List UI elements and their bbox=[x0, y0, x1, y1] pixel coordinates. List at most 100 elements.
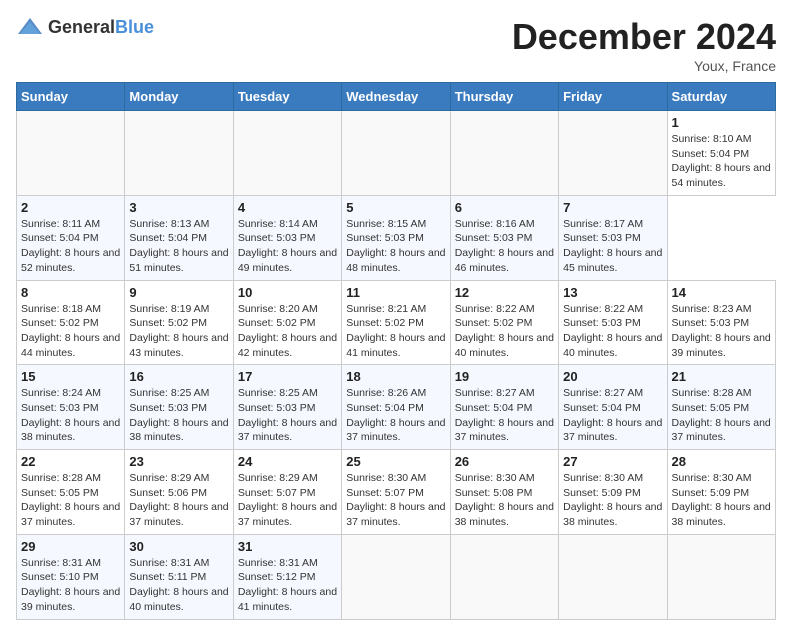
calendar-day-cell: 14 Sunrise: 8:23 AMSunset: 5:03 PMDayligh… bbox=[667, 280, 775, 365]
day-number: 23 bbox=[129, 454, 228, 469]
calendar-day-cell: 15Sunrise: 8:24 AMSunset: 5:03 PMDayligh… bbox=[17, 365, 125, 450]
calendar-day-cell: 7 Sunrise: 8:17 AMSunset: 5:03 PMDaylight… bbox=[559, 195, 667, 280]
day-info: Sunrise: 8:10 AMSunset: 5:04 PMDaylight:… bbox=[672, 132, 771, 191]
day-info: Sunrise: 8:17 AMSunset: 5:03 PMDaylight:… bbox=[563, 217, 662, 276]
col-tuesday: Tuesday bbox=[233, 83, 341, 111]
calendar-day-cell: 3Sunrise: 8:13 AMSunset: 5:04 PMDaylight… bbox=[125, 195, 233, 280]
day-info: Sunrise: 8:24 AMSunset: 5:03 PMDaylight:… bbox=[21, 386, 120, 445]
calendar-day-cell: 23 Sunrise: 8:29 AMSunset: 5:06 PMDayligh… bbox=[125, 450, 233, 535]
logo: GeneralBlue bbox=[16, 16, 154, 38]
day-number: 4 bbox=[238, 200, 337, 215]
calendar-day-cell: 24 Sunrise: 8:29 AMSunset: 5:07 PMDayligh… bbox=[233, 450, 341, 535]
day-number: 19 bbox=[455, 369, 554, 384]
page-header: GeneralBlue December 2024 Youx, France bbox=[16, 16, 776, 74]
day-number: 18 bbox=[346, 369, 445, 384]
calendar-day-cell bbox=[17, 111, 125, 196]
calendar-day-cell bbox=[342, 111, 450, 196]
day-info: Sunrise: 8:22 AMSunset: 5:03 PMDaylight:… bbox=[563, 302, 662, 361]
day-number: 2 bbox=[21, 200, 120, 215]
day-number: 6 bbox=[455, 200, 554, 215]
day-number: 25 bbox=[346, 454, 445, 469]
day-number: 5 bbox=[346, 200, 445, 215]
calendar-day-cell: 19 Sunrise: 8:27 AMSunset: 5:04 PMDayligh… bbox=[450, 365, 558, 450]
day-info: Sunrise: 8:29 AMSunset: 5:07 PMDaylight:… bbox=[238, 471, 337, 530]
calendar-week-row: 15Sunrise: 8:24 AMSunset: 5:03 PMDayligh… bbox=[17, 365, 776, 450]
day-info: Sunrise: 8:26 AMSunset: 5:04 PMDaylight:… bbox=[346, 386, 445, 445]
header-row: Sunday Monday Tuesday Wednesday Thursday… bbox=[17, 83, 776, 111]
day-info: Sunrise: 8:22 AMSunset: 5:02 PMDaylight:… bbox=[455, 302, 554, 361]
calendar-day-cell: 29 Sunrise: 8:31 AMSunset: 5:10 PMDayligh… bbox=[17, 534, 125, 619]
col-saturday: Saturday bbox=[667, 83, 775, 111]
day-number: 12 bbox=[455, 285, 554, 300]
day-info: Sunrise: 8:27 AMSunset: 5:04 PMDaylight:… bbox=[563, 386, 662, 445]
calendar-day-cell: 5 Sunrise: 8:15 AMSunset: 5:03 PMDaylight… bbox=[342, 195, 450, 280]
calendar-day-cell bbox=[450, 111, 558, 196]
day-number: 27 bbox=[563, 454, 662, 469]
calendar-day-cell: 17Sunrise: 8:25 AMSunset: 5:03 PMDayligh… bbox=[233, 365, 341, 450]
day-info: Sunrise: 8:23 AMSunset: 5:03 PMDaylight:… bbox=[672, 302, 771, 361]
calendar-day-cell: 27 Sunrise: 8:30 AMSunset: 5:09 PMDayligh… bbox=[559, 450, 667, 535]
calendar-day-cell: 30 Sunrise: 8:31 AMSunset: 5:11 PMDayligh… bbox=[125, 534, 233, 619]
day-info: Sunrise: 8:30 AMSunset: 5:08 PMDaylight:… bbox=[455, 471, 554, 530]
calendar-day-cell: 1Sunrise: 8:10 AMSunset: 5:04 PMDaylight… bbox=[667, 111, 775, 196]
day-info: Sunrise: 8:30 AMSunset: 5:07 PMDaylight:… bbox=[346, 471, 445, 530]
day-number: 24 bbox=[238, 454, 337, 469]
calendar-day-cell: 6 Sunrise: 8:16 AMSunset: 5:03 PMDaylight… bbox=[450, 195, 558, 280]
calendar-day-cell: 11 Sunrise: 8:21 AMSunset: 5:02 PMDayligh… bbox=[342, 280, 450, 365]
day-info: Sunrise: 8:25 AMSunset: 5:03 PMDaylight:… bbox=[238, 386, 337, 445]
day-info: Sunrise: 8:21 AMSunset: 5:02 PMDaylight:… bbox=[346, 302, 445, 361]
calendar-day-cell bbox=[559, 534, 667, 619]
logo-blue-text: Blue bbox=[115, 17, 154, 37]
calendar-day-cell: 16Sunrise: 8:25 AMSunset: 5:03 PMDayligh… bbox=[125, 365, 233, 450]
day-info: Sunrise: 8:30 AMSunset: 5:09 PMDaylight:… bbox=[672, 471, 771, 530]
calendar-day-cell: 4Sunrise: 8:14 AMSunset: 5:03 PMDaylight… bbox=[233, 195, 341, 280]
calendar-table: Sunday Monday Tuesday Wednesday Thursday… bbox=[16, 82, 776, 620]
calendar-week-row: 22 Sunrise: 8:28 AMSunset: 5:05 PMDayligh… bbox=[17, 450, 776, 535]
calendar-week-row: 8Sunrise: 8:18 AMSunset: 5:02 PMDaylight… bbox=[17, 280, 776, 365]
day-info: Sunrise: 8:15 AMSunset: 5:03 PMDaylight:… bbox=[346, 217, 445, 276]
calendar-day-cell: 18 Sunrise: 8:26 AMSunset: 5:04 PMDayligh… bbox=[342, 365, 450, 450]
calendar-day-cell: 28 Sunrise: 8:30 AMSunset: 5:09 PMDayligh… bbox=[667, 450, 775, 535]
logo-icon bbox=[16, 16, 44, 38]
day-info: Sunrise: 8:28 AMSunset: 5:05 PMDaylight:… bbox=[21, 471, 120, 530]
col-thursday: Thursday bbox=[450, 83, 558, 111]
day-number: 9 bbox=[129, 285, 228, 300]
calendar-day-cell bbox=[233, 111, 341, 196]
day-number: 20 bbox=[563, 369, 662, 384]
day-number: 22 bbox=[21, 454, 120, 469]
day-number: 11 bbox=[346, 285, 445, 300]
day-number: 16 bbox=[129, 369, 228, 384]
title-block: December 2024 Youx, France bbox=[512, 16, 776, 74]
logo-general-text: General bbox=[48, 17, 115, 37]
calendar-day-cell bbox=[450, 534, 558, 619]
location-subtitle: Youx, France bbox=[512, 58, 776, 74]
calendar-day-cell bbox=[342, 534, 450, 619]
month-title: December 2024 bbox=[512, 16, 776, 58]
day-number: 30 bbox=[129, 539, 228, 554]
calendar-day-cell: 26 Sunrise: 8:30 AMSunset: 5:08 PMDayligh… bbox=[450, 450, 558, 535]
calendar-day-cell bbox=[559, 111, 667, 196]
day-info: Sunrise: 8:20 AMSunset: 5:02 PMDaylight:… bbox=[238, 302, 337, 361]
day-info: Sunrise: 8:27 AMSunset: 5:04 PMDaylight:… bbox=[455, 386, 554, 445]
day-number: 10 bbox=[238, 285, 337, 300]
col-wednesday: Wednesday bbox=[342, 83, 450, 111]
day-number: 7 bbox=[563, 200, 662, 215]
day-info: Sunrise: 8:30 AMSunset: 5:09 PMDaylight:… bbox=[563, 471, 662, 530]
calendar-day-cell: 22 Sunrise: 8:28 AMSunset: 5:05 PMDayligh… bbox=[17, 450, 125, 535]
day-number: 28 bbox=[672, 454, 771, 469]
calendar-day-cell bbox=[125, 111, 233, 196]
calendar-day-cell: 21Sunrise: 8:28 AMSunset: 5:05 PMDayligh… bbox=[667, 365, 775, 450]
day-info: Sunrise: 8:31 AMSunset: 5:11 PMDaylight:… bbox=[129, 556, 228, 615]
calendar-day-cell: 13 Sunrise: 8:22 AMSunset: 5:03 PMDayligh… bbox=[559, 280, 667, 365]
day-number: 3 bbox=[129, 200, 228, 215]
day-info: Sunrise: 8:16 AMSunset: 5:03 PMDaylight:… bbox=[455, 217, 554, 276]
day-number: 29 bbox=[21, 539, 120, 554]
calendar-day-cell: 10 Sunrise: 8:20 AMSunset: 5:02 PMDayligh… bbox=[233, 280, 341, 365]
day-number: 26 bbox=[455, 454, 554, 469]
day-number: 14 bbox=[672, 285, 771, 300]
calendar-week-row: 2Sunrise: 8:11 AMSunset: 5:04 PMDaylight… bbox=[17, 195, 776, 280]
day-info: Sunrise: 8:31 AMSunset: 5:10 PMDaylight:… bbox=[21, 556, 120, 615]
day-info: Sunrise: 8:29 AMSunset: 5:06 PMDaylight:… bbox=[129, 471, 228, 530]
day-number: 31 bbox=[238, 539, 337, 554]
day-number: 13 bbox=[563, 285, 662, 300]
